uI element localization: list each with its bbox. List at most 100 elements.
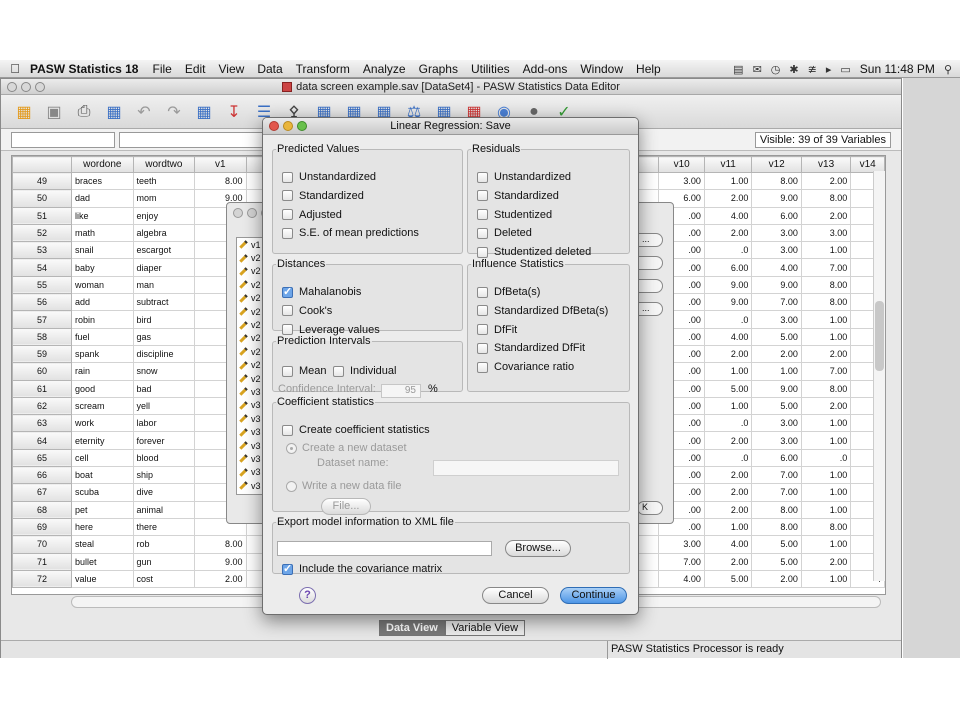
table-cell[interactable]: 3.00: [658, 171, 705, 191]
table-cell[interactable]: 2.00: [751, 344, 802, 364]
include-covariance-option[interactable]: Include the covariance matrix: [282, 562, 442, 575]
table-cell[interactable]: 8.00: [800, 275, 852, 295]
table-cell[interactable]: bird: [132, 310, 196, 329]
table-cell[interactable]: 4.00: [751, 258, 802, 277]
row-number[interactable]: 53: [12, 241, 73, 260]
calendar-icon[interactable]: ▤: [733, 63, 743, 76]
menu-analyze[interactable]: Analyze: [363, 62, 406, 76]
covariance-ratio-option[interactable]: Covariance ratio: [477, 361, 574, 373]
goto-case-icon[interactable]: ▦: [191, 99, 217, 125]
studentized-checkbox[interactable]: [477, 209, 488, 221]
table-cell[interactable]: good: [71, 379, 134, 398]
standardized-dffit-checkbox[interactable]: [477, 342, 488, 354]
table-cell[interactable]: man: [132, 275, 196, 295]
menu-help[interactable]: Help: [636, 62, 661, 76]
deleted-option[interactable]: Deleted: [477, 227, 532, 239]
table-cell[interactable]: escargot: [132, 241, 196, 260]
table-cell[interactable]: 1.00: [703, 362, 753, 381]
dfbeta-s-checkbox[interactable]: [477, 286, 488, 298]
row-number[interactable]: 68: [12, 500, 73, 519]
menu-window[interactable]: Window: [580, 62, 623, 76]
table-cell[interactable]: ship: [132, 466, 196, 485]
table-cell[interactable]: 9.00: [751, 379, 802, 398]
row-number[interactable]: 67: [12, 483, 73, 502]
table-cell[interactable]: .0: [800, 448, 852, 468]
table-cell[interactable]: 1.00: [800, 310, 852, 329]
row-number[interactable]: 71: [12, 552, 73, 571]
table-cell[interactable]: 9.00: [194, 552, 247, 571]
row-number[interactable]: 65: [12, 448, 73, 468]
table-cell[interactable]: 2.00: [800, 206, 852, 225]
table-cell[interactable]: baby: [71, 258, 134, 277]
table-cell[interactable]: forever: [132, 431, 196, 450]
continue-button[interactable]: Continue: [560, 587, 627, 604]
table-cell[interactable]: like: [71, 206, 134, 225]
mail-icon[interactable]: ✉: [753, 63, 762, 76]
table-cell[interactable]: 8.00: [751, 171, 802, 191]
table-cell[interactable]: fuel: [71, 327, 134, 346]
new-dataset-option[interactable]: Create a new dataset: [286, 442, 407, 454]
unstandardized-option[interactable]: Unstandardized: [282, 171, 376, 183]
table-cell[interactable]: gas: [132, 327, 196, 346]
mahalanobis-option[interactable]: Mahalanobis: [282, 285, 361, 298]
table-cell[interactable]: 2.00: [800, 396, 852, 416]
row-number[interactable]: 55: [12, 275, 73, 295]
table-cell[interactable]: 2.00: [703, 500, 753, 519]
table-cell[interactable]: blood: [132, 448, 196, 468]
table-cell[interactable]: 8.00: [194, 535, 247, 554]
table-cell[interactable]: 2.00: [703, 431, 753, 450]
table-cell[interactable]: boat: [71, 466, 134, 485]
print-icon[interactable]: ⎙: [71, 99, 97, 125]
table-cell[interactable]: yell: [132, 396, 196, 416]
standardized-dffit-option[interactable]: Standardized DfFit: [477, 342, 585, 354]
row-number[interactable]: 62: [12, 396, 73, 416]
bluetooth-icon[interactable]: ✱: [789, 63, 798, 76]
table-cell[interactable]: subtract: [132, 293, 196, 312]
table-cell[interactable]: 1.00: [800, 327, 852, 346]
undo-icon[interactable]: ↶: [131, 99, 157, 125]
leverage-values-option[interactable]: Leverage values: [282, 324, 380, 336]
table-cell[interactable]: snow: [132, 362, 196, 381]
table-cell[interactable]: 1.00: [800, 414, 852, 433]
table-cell[interactable]: braces: [71, 171, 134, 191]
row-number[interactable]: 51: [12, 206, 73, 225]
table-cell[interactable]: add: [71, 293, 134, 312]
open-folder-icon[interactable]: ▦: [11, 99, 37, 125]
table-cell[interactable]: 2.00: [703, 466, 753, 485]
table-cell[interactable]: 9.00: [703, 275, 753, 295]
bg-dialog-ok-button[interactable]: K: [637, 501, 663, 515]
table-cell[interactable]: cost: [132, 569, 196, 589]
table-cell[interactable]: 8.00: [751, 500, 802, 519]
table-cell[interactable]: 1.00: [703, 171, 753, 191]
dfbeta-s-option[interactable]: DfBeta(s): [477, 286, 540, 298]
standardized-dfbeta-s-checkbox[interactable]: [477, 305, 488, 317]
table-cell[interactable]: bad: [132, 379, 196, 398]
table-cell[interactable]: .0: [703, 241, 753, 260]
s-e-of-mean-predictions-option[interactable]: S.E. of mean predictions: [282, 227, 419, 239]
table-cell[interactable]: 1.00: [703, 517, 753, 537]
table-cell[interactable]: teeth: [132, 171, 196, 191]
row-number[interactable]: 72: [12, 569, 73, 589]
table-cell[interactable]: mom: [132, 189, 196, 208]
table-cell[interactable]: enjoy: [132, 206, 196, 225]
table-cell[interactable]: scream: [71, 396, 134, 416]
create-coefficient-checkbox[interactable]: [282, 424, 293, 436]
table-cell[interactable]: 4.00: [703, 206, 753, 225]
recall-dialog-icon[interactable]: ▦: [101, 99, 127, 125]
table-cell[interactable]: algebra: [132, 223, 196, 243]
table-cell[interactable]: discipline: [132, 344, 196, 364]
table-cell[interactable]: 7.00: [751, 483, 802, 502]
table-cell[interactable]: 2.00: [194, 569, 247, 589]
wifi-icon[interactable]: ≇: [808, 63, 817, 76]
menu-file[interactable]: File: [152, 62, 171, 76]
write-file-radio[interactable]: [286, 480, 297, 492]
menu-add-ons[interactable]: Add-ons: [523, 62, 568, 76]
table-cell[interactable]: 1.00: [800, 483, 852, 502]
table-cell[interactable]: 2.00: [703, 223, 753, 243]
table-cell[interactable]: 2.00: [751, 569, 802, 589]
table-cell[interactable]: snail: [71, 241, 134, 260]
menu-view[interactable]: View: [219, 62, 245, 76]
table-cell[interactable]: 5.00: [703, 379, 753, 398]
bg-dialog-close-button[interactable]: [233, 208, 243, 218]
volume-icon[interactable]: ▸: [826, 63, 832, 76]
